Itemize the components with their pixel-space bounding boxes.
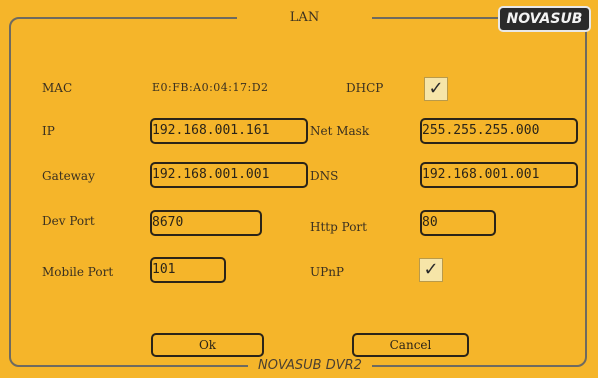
dev-port-label: Dev Port — [42, 214, 95, 228]
mobile-port-label: Mobile Port — [42, 265, 114, 279]
netmask-field[interactable]: 255.255.255.000 — [420, 118, 578, 144]
dhcp-checkbox[interactable]: ✓ — [424, 77, 448, 101]
mac-label: MAC — [42, 81, 73, 95]
dns-field[interactable]: 192.168.001.001 — [420, 162, 578, 188]
dns-label: DNS — [310, 169, 339, 183]
gateway-label: Gateway — [42, 169, 95, 183]
brand-logo: NOVASUB — [498, 6, 591, 32]
footer-brand: NOVASUB DVR2 — [248, 357, 372, 375]
ok-button[interactable]: Ok — [151, 333, 264, 357]
ip-field[interactable]: 192.168.001.161 — [150, 118, 308, 144]
lan-dialog-frame — [9, 17, 587, 367]
mac-value: E0:FB:A0:04:17:D2 — [152, 81, 269, 94]
http-port-field[interactable]: 80 — [420, 210, 496, 236]
dialog-title: LAN — [237, 7, 372, 29]
ip-label: IP — [42, 124, 55, 138]
netmask-label: Net Mask — [310, 124, 370, 138]
cancel-button[interactable]: Cancel — [352, 333, 469, 357]
dev-port-field[interactable]: 8670 — [150, 210, 262, 236]
http-port-label: Http Port — [310, 220, 367, 234]
dhcp-label: DHCP — [346, 81, 384, 95]
mobile-port-field[interactable]: 101 — [150, 257, 226, 283]
gateway-field[interactable]: 192.168.001.001 — [150, 162, 308, 188]
upnp-checkbox[interactable]: ✓ — [419, 258, 443, 282]
upnp-label: UPnP — [310, 265, 344, 279]
